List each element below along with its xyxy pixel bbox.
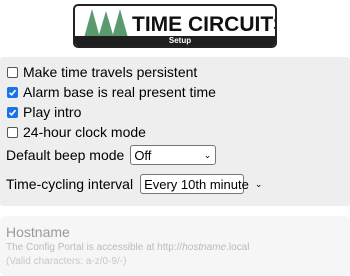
chevron-down-icon: ⌄: [203, 149, 212, 160]
hostname-section: Hostname The Config Portal is accessible…: [0, 216, 350, 276]
beep-mode-row: Default beep mode Off ⌄: [6, 145, 217, 165]
option-alarm-base[interactable]: Alarm base is real present time: [6, 82, 216, 102]
hostname-hint: (Valid characters: a-z/0-9/-): [6, 256, 127, 267]
alarm-base-checkbox[interactable]: [7, 86, 18, 98]
cycling-interval-select[interactable]: Every 10th minute ⌄: [140, 174, 262, 194]
chevron-down-icon: ⌄: [254, 178, 263, 189]
checkmark-icon: [8, 89, 17, 96]
app-subtitle: Setup: [75, 36, 275, 46]
option-persistent-time-travels[interactable]: Make time travels persistent: [6, 62, 197, 82]
persistent-checkbox[interactable]: [7, 66, 18, 78]
option-play-intro[interactable]: Play intro: [6, 102, 81, 122]
beep-mode-label: Default beep mode: [6, 147, 125, 163]
option-label: 24-hour clock mode: [23, 124, 146, 140]
cycling-interval-value: Every 10th minute: [144, 176, 249, 192]
app-logo-banner: TIME CIRCUITS Setup: [73, 4, 277, 48]
cycling-interval-label: Time-cycling interval: [6, 176, 134, 192]
hostname-label: Hostname: [6, 224, 70, 240]
option-label: Make time travels persistent: [23, 64, 198, 80]
play-intro-checkbox[interactable]: [7, 106, 18, 118]
hostname-description: The Config Portal is accessible at http:…: [6, 242, 250, 253]
settings-panel: Make time travels persistent Alarm base …: [0, 57, 350, 206]
beep-mode-select[interactable]: Off ⌄: [130, 145, 217, 165]
checkmark-icon: [8, 109, 17, 116]
24-hour-checkbox[interactable]: [7, 126, 18, 138]
beep-mode-value: Off: [134, 147, 152, 163]
option-label: Alarm base is real present time: [23, 84, 216, 100]
app-title: TIME CIRCUITS: [132, 13, 277, 36]
option-label: Play intro: [23, 104, 82, 120]
option-24-hour-mode[interactable]: 24-hour clock mode: [6, 122, 146, 142]
cycling-interval-row: Time-cycling interval Every 10th minute …: [6, 174, 262, 194]
